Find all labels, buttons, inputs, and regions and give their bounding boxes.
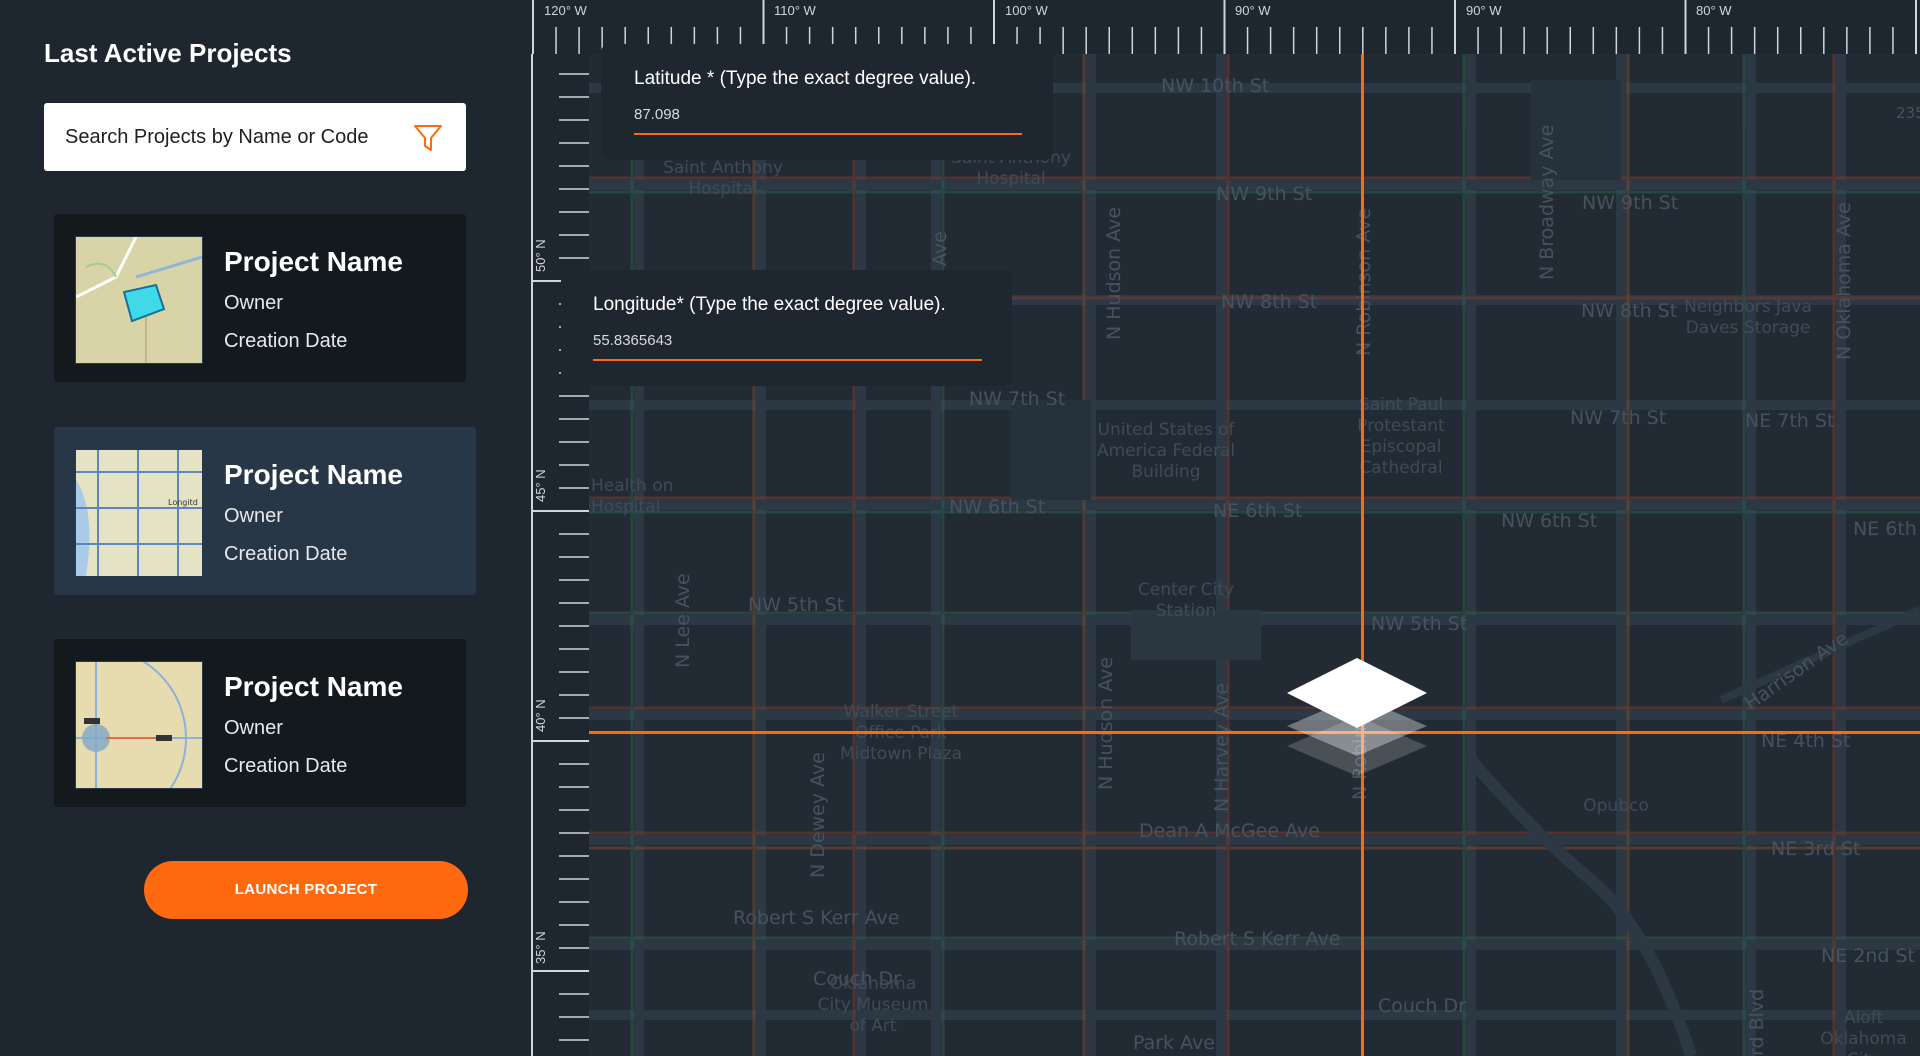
street-label: Robert S Kerr Ave	[1174, 928, 1341, 950]
street-label: NW 9th St	[1582, 192, 1679, 214]
poi-label: Health on Hospital	[591, 476, 674, 517]
ruler-label: 50° N	[533, 239, 548, 272]
street-label: N Broadway Ave	[1536, 124, 1558, 280]
project-creation-date: Creation Date	[224, 755, 348, 777]
street-label: NE 2nd St	[1821, 945, 1915, 967]
ruler-label: 40° N	[533, 699, 548, 732]
crosshair-vertical	[1361, 40, 1364, 1056]
latitude-panel: Latitude * (Type the exact degree value)…	[601, 44, 1053, 160]
ruler-label: 100° W	[1005, 3, 1048, 18]
street-label: N Dewey Ave	[807, 752, 829, 878]
street-label: Robert S Kerr Ave	[733, 907, 900, 929]
street-label: NW 7th St	[969, 388, 1066, 410]
street-label: N Oklahoma Ave	[1833, 202, 1855, 360]
street-label: Ave	[929, 231, 951, 266]
street-label: NE 7th St	[1745, 410, 1835, 432]
street-label: rd Blvd	[1746, 988, 1768, 1056]
sidebar-title: Last Active Projects	[44, 38, 292, 68]
street-label: Dean A McGee Ave	[1139, 820, 1320, 842]
latitude-input[interactable]: 87.098	[634, 106, 680, 123]
street-label: NW 8th St	[1221, 291, 1318, 313]
street-label: N Hudson Ave	[1095, 656, 1117, 790]
project-thumbnail: Longitd	[75, 449, 203, 577]
poi-label: Center City Station	[1138, 580, 1234, 621]
poi-label: Saint Anthony Hospital	[663, 158, 783, 199]
longitude-underline	[593, 359, 982, 361]
ruler-label: 120° W	[544, 3, 587, 18]
projects-sidebar: Last Active Projects Search Projects by …	[0, 0, 530, 1056]
poi-label: Opubco	[1583, 796, 1649, 816]
street-label: NW 9th St	[1216, 183, 1313, 205]
ruler-label: 110° W	[774, 3, 816, 18]
project-thumbnail	[75, 661, 203, 789]
longitude-input[interactable]: 55.8365643	[593, 332, 672, 349]
poi-label: Neighbors Java Daves Storage	[1684, 297, 1812, 338]
project-owner: Owner	[224, 505, 283, 527]
street-label: NW 10th St	[1161, 75, 1270, 97]
project-search-input[interactable]: Search Projects by Name or Code	[44, 103, 466, 171]
ruler-label: 45° N	[533, 469, 548, 502]
street-label: NW 6th St	[949, 496, 1046, 518]
street-label: Park Ave	[1133, 1032, 1215, 1054]
longitude-label: Longitude* (Type the exact degree value)…	[593, 294, 946, 315]
street-label: NW 8th St	[1581, 300, 1678, 322]
latitude-ruler: 50° N 45° N 40° N 35° N	[531, 54, 589, 1056]
ruler-label: 90° W	[1235, 3, 1271, 18]
poi-label: Aloft Oklahoma City Downtown	[1820, 1008, 1907, 1056]
poi-label: Oklahoma City Museum of Art	[817, 974, 929, 1036]
project-creation-date: Creation Date	[224, 543, 348, 565]
filter-icon[interactable]	[412, 122, 444, 154]
project-owner: Owner	[224, 717, 283, 739]
launch-project-button[interactable]: LAUNCH PROJECT	[144, 861, 468, 919]
project-card-selected[interactable]: Longitd Project Name Owner Creation Date	[54, 427, 476, 595]
project-name: Project Name	[224, 246, 403, 277]
street-label: NW 5th St	[748, 594, 845, 616]
street-label: N Robinson Ave	[1353, 207, 1375, 356]
location-marker-icon[interactable]	[1283, 656, 1443, 786]
project-card[interactable]: Project Name Owner Creation Date	[54, 639, 466, 807]
ruler-label: 90° W	[1466, 3, 1502, 18]
crosshair-horizontal	[588, 731, 1920, 734]
project-card[interactable]: Project Name Owner Creation Date	[54, 214, 466, 382]
street-label: NW 7th St	[1570, 407, 1667, 429]
project-name: Project Name	[224, 671, 403, 702]
highway-shield: 235	[1896, 104, 1920, 122]
street-label: N Hudson Ave	[1103, 206, 1125, 340]
ruler-label: 35° N	[533, 931, 548, 964]
latitude-label: Latitude * (Type the exact degree value)…	[634, 68, 977, 89]
ruler-ticks	[531, 54, 589, 1056]
svg-text:Longitd: Longitd	[168, 498, 198, 507]
street-label: NE 6th St	[1213, 500, 1303, 522]
project-thumbnail	[75, 236, 203, 364]
project-name: Project Name	[224, 459, 403, 490]
latitude-underline	[634, 133, 1022, 135]
project-owner: Owner	[224, 292, 283, 314]
street-label: N Harvey Ave	[1211, 682, 1233, 812]
street-label: Couch Dr	[1378, 995, 1466, 1017]
poi-label: United States of America Federal Buildin…	[1096, 420, 1236, 482]
ruler-label: 80° W	[1696, 3, 1732, 18]
longitude-panel: Longitude* (Type the exact degree value)…	[561, 270, 1012, 386]
street-label: N Lee Ave	[672, 573, 694, 668]
search-placeholder: Search Projects by Name or Code	[65, 126, 369, 148]
street-label: NE 3rd St	[1771, 838, 1861, 860]
street-label: NW 6th St	[1501, 510, 1598, 532]
street-label: NE 6th	[1853, 518, 1917, 540]
project-creation-date: Creation Date	[224, 330, 348, 352]
street-label: NW 5th St	[1371, 613, 1468, 635]
